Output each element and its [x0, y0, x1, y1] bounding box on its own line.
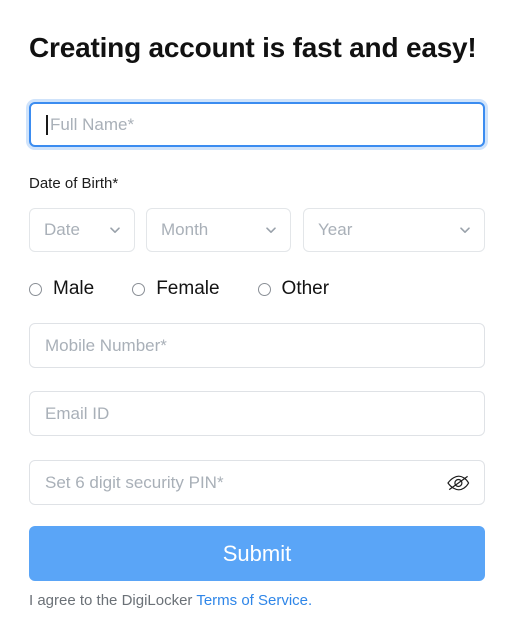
chevron-down-icon	[458, 223, 472, 237]
terms-agreement: I agree to the DigiLocker Terms of Servi…	[29, 592, 312, 609]
submit-button[interactable]: Submit	[29, 526, 485, 581]
security-pin-placeholder: Set 6 digit security PIN*	[45, 472, 224, 492]
terms-of-service-link[interactable]: Terms of Service	[196, 592, 308, 609]
gender-option-female[interactable]: Female	[132, 278, 220, 300]
gender-label-male: Male	[53, 278, 95, 299]
full-name-input[interactable]: Full Name*	[29, 102, 485, 147]
mobile-number-input[interactable]: Mobile Number*	[29, 323, 485, 368]
radio-icon[interactable]	[132, 282, 146, 296]
dob-date-select[interactable]: Date	[29, 208, 135, 252]
email-placeholder: Email ID	[45, 403, 110, 423]
signup-form: Creating account is fast and easy! Full …	[0, 0, 511, 627]
full-name-placeholder: Full Name*	[50, 114, 135, 134]
terms-suffix: .	[308, 592, 313, 609]
gender-option-male[interactable]: Male	[29, 278, 94, 300]
dob-date-value: Date	[44, 220, 80, 239]
radio-icon[interactable]	[29, 282, 42, 296]
chevron-down-icon	[264, 223, 278, 237]
gender-radio-group: Male Female Other	[29, 276, 329, 302]
dob-year-select[interactable]: Year	[303, 208, 485, 252]
date-of-birth-label: Date of Birth*	[29, 175, 119, 192]
dob-month-value: Month	[161, 220, 209, 239]
eye-off-icon[interactable]	[445, 472, 471, 494]
gender-label-female: Female	[156, 278, 220, 299]
radio-icon[interactable]	[257, 282, 271, 296]
gender-label-other: Other	[281, 278, 330, 299]
text-caret	[46, 114, 48, 135]
gender-option-other[interactable]: Other	[257, 278, 330, 300]
email-input[interactable]: Email ID	[29, 391, 485, 436]
mobile-number-placeholder: Mobile Number*	[45, 335, 167, 355]
chevron-down-icon	[108, 223, 122, 237]
terms-prefix: I agree to the DigiLocker	[29, 592, 197, 609]
dob-year-value: Year	[318, 220, 353, 239]
page-title: Creating account is fast and easy!	[29, 32, 477, 63]
security-pin-input[interactable]: Set 6 digit security PIN*	[29, 460, 485, 505]
dob-month-select[interactable]: Month	[146, 208, 291, 252]
